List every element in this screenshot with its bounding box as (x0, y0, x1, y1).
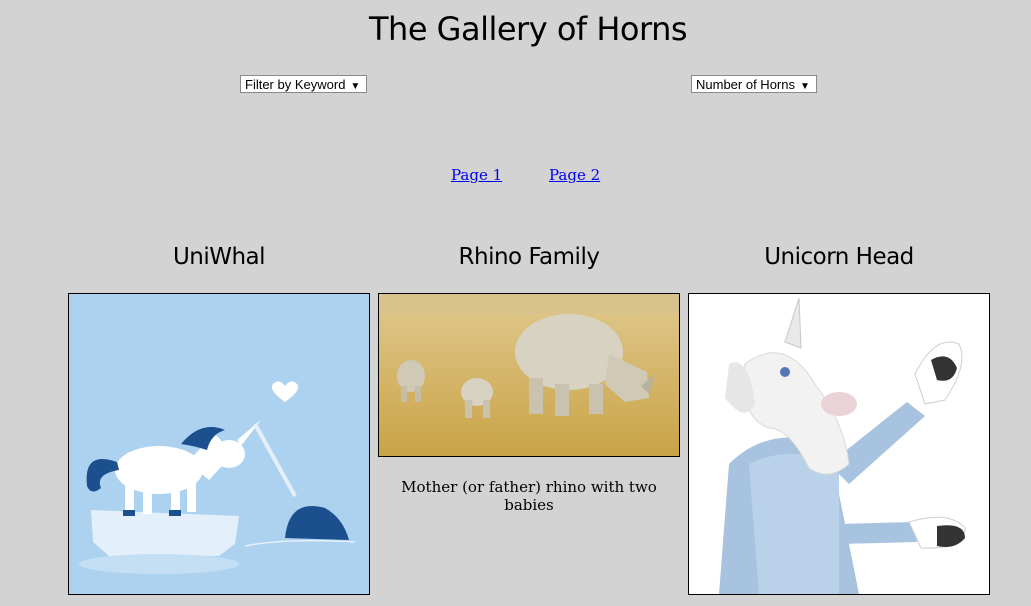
keyword-filter-select[interactable]: Filter by Keyword ▼ (240, 75, 367, 93)
keyword-filter-label: Filter by Keyword (245, 77, 346, 92)
horns-filter-select[interactable]: Number of Horns ▼ (691, 75, 817, 93)
page-2-link[interactable]: Page 2 (549, 166, 600, 184)
person-in-unicorn-mask-photo (689, 294, 989, 594)
page-1-link[interactable]: Page 1 (451, 166, 502, 184)
chevron-down-icon: ▼ (350, 81, 361, 92)
rhino-family-caption: Mother (or father) rhino with two babies (401, 478, 657, 514)
card-title-uniwhal: UniWhal (172, 244, 266, 270)
chevron-down-icon: ▼ (799, 81, 810, 92)
gallery-page: The Gallery of Horns Filter by Keyword ▼ … (0, 0, 1031, 606)
uniwhal-image[interactable] (68, 293, 370, 595)
unicorn-narwhal-illustration (69, 294, 369, 594)
unicorn-head-image[interactable] (688, 293, 990, 595)
page-title: The Gallery of Horns (368, 10, 688, 48)
card-title-rhino-family: Rhino Family (458, 244, 600, 270)
rhino-family-image[interactable] (378, 293, 680, 457)
rhino-family-photo (379, 294, 679, 456)
card-title-unicorn-head: Unicorn Head (764, 244, 914, 270)
horns-filter-label: Number of Horns (696, 77, 795, 92)
